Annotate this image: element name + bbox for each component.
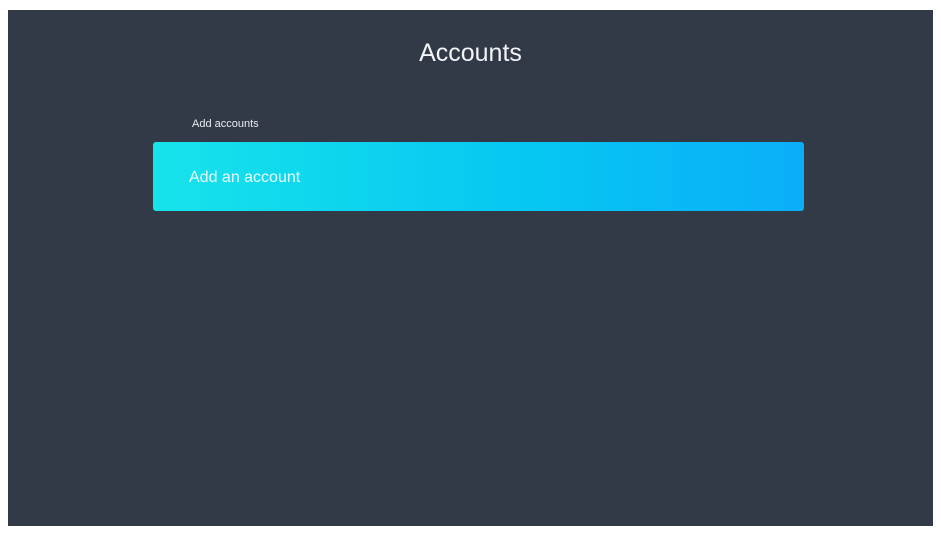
add-accounts-section-label: Add accounts [192, 118, 259, 130]
accounts-screen: Accounts Add accounts Add an account [8, 10, 933, 526]
page-title: Accounts [419, 39, 522, 67]
add-account-button-label: Add an account [189, 169, 301, 186]
add-account-button[interactable]: Add an account [153, 142, 804, 211]
